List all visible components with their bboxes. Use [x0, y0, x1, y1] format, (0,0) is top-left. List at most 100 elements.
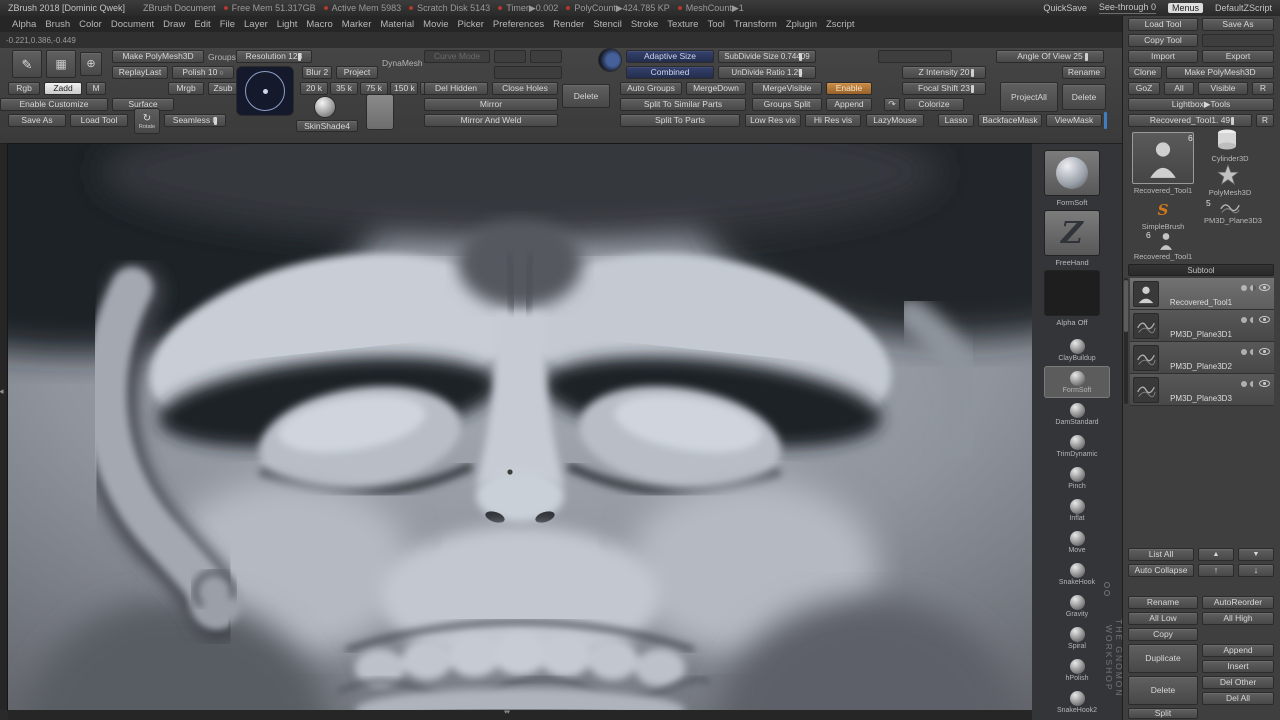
uv-toggle-icon[interactable] — [1250, 317, 1256, 323]
subtool-rename-button[interactable]: Rename — [1128, 596, 1198, 609]
polymesh3d-thumbnail[interactable] — [1216, 164, 1240, 186]
polish-slider[interactable]: Polish 10 — [172, 66, 234, 79]
subtool-move-up-button[interactable] — [1198, 548, 1234, 561]
project-all-button[interactable]: ProjectAll — [1000, 82, 1058, 112]
brush-item[interactable]: Inflat — [1044, 494, 1110, 526]
polypaint-icon[interactable] — [1241, 349, 1247, 355]
close-holes-button[interactable]: Close Holes — [492, 82, 558, 95]
export-button[interactable]: Export — [1202, 50, 1274, 63]
adaptive-size-button[interactable]: Adaptive Size — [626, 50, 714, 63]
canvas-left-scroll-arrow[interactable]: ◂ — [0, 386, 4, 397]
poly-count-button[interactable]: 35 k — [330, 82, 358, 95]
menu-item[interactable]: Color — [75, 18, 106, 31]
auto-collapse-button[interactable]: Auto Collapse — [1128, 564, 1194, 577]
subtool-append-button[interactable]: Append — [1202, 644, 1274, 657]
brush-item[interactable]: Move — [1044, 526, 1110, 558]
menu-item[interactable]: Macro — [302, 18, 336, 31]
replay-last-button[interactable]: ReplayLast — [112, 66, 168, 79]
undivide-ratio-slider[interactable]: UnDivide Ratio 1.25 — [718, 66, 816, 79]
import-button[interactable]: Import — [1128, 50, 1198, 63]
curve-mode-button[interactable]: Curve Mode — [424, 50, 490, 63]
material-sphere-icon[interactable] — [314, 96, 336, 118]
brush-item[interactable]: DamStandard — [1044, 398, 1110, 430]
menu-item[interactable]: Texture — [663, 18, 702, 31]
menu-item[interactable]: Light — [273, 18, 302, 31]
stroke-preview-widget[interactable] — [236, 66, 294, 116]
groups-split-button[interactable]: Groups Split — [752, 98, 822, 111]
brush-item[interactable]: Pinch — [1044, 462, 1110, 494]
menu-item[interactable]: Edit — [190, 18, 214, 31]
enable-button[interactable]: Enable — [826, 82, 872, 95]
recovered-tool-thumbnail[interactable] — [1156, 230, 1176, 250]
menu-item[interactable]: Render — [549, 18, 588, 31]
see-through-slider[interactable]: See-through 0 — [1099, 2, 1156, 14]
subtool-item[interactable]: PM3D_Plane3D2 — [1130, 342, 1274, 374]
project-button[interactable]: Project — [336, 66, 378, 79]
delete-button-shelf[interactable]: Delete — [1062, 84, 1106, 110]
subdivide-size-slider[interactable]: SubDivide Size 0.74409 — [718, 50, 816, 63]
split-to-parts-button[interactable]: Split To Parts — [620, 114, 740, 127]
mrgb-button[interactable]: Mrgb — [168, 82, 204, 95]
menu-item[interactable]: Zplugin — [782, 18, 821, 31]
r-button-2[interactable]: R — [1256, 114, 1274, 127]
default-zscript-button[interactable]: DefaultZScript — [1215, 3, 1272, 13]
quicksave-button[interactable]: QuickSave — [1043, 3, 1087, 13]
split-button[interactable]: Split — [1128, 708, 1198, 719]
make-polymesh3d-tool-button[interactable]: Make PolyMesh3D — [1166, 66, 1274, 79]
brush-item[interactable]: SnakeHook — [1044, 558, 1110, 590]
subtool-move-down-button[interactable] — [1238, 548, 1274, 561]
uv-toggle-icon[interactable] — [1250, 285, 1256, 291]
enable-customize-button[interactable]: Enable Customize — [0, 98, 108, 111]
alpha-thumbnail[interactable] — [1044, 270, 1100, 316]
edit-button[interactable] — [12, 50, 42, 78]
copy-tool-button[interactable]: Copy Tool — [1128, 34, 1198, 47]
subtool-shift-down-button[interactable] — [1238, 564, 1274, 577]
active-tool-slider[interactable]: Recovered_Tool1. 49 — [1128, 114, 1252, 127]
mirror-button[interactable]: Mirror — [424, 98, 558, 111]
insert-button[interactable]: Insert — [1202, 660, 1274, 673]
make-polymesh3d-button[interactable]: Make PolyMesh3D — [112, 50, 204, 63]
subtool-section-header[interactable]: Subtool — [1128, 264, 1274, 276]
menu-item[interactable]: Tool — [703, 18, 728, 31]
view-mask-button[interactable]: ViewMask — [1046, 114, 1102, 127]
uv-toggle-icon[interactable] — [1250, 381, 1256, 387]
polypaint-icon[interactable] — [1241, 317, 1247, 323]
rgb-button[interactable]: Rgb — [8, 82, 40, 95]
menu-item[interactable]: Stroke — [627, 18, 662, 31]
backface-mask-button[interactable]: BackfaceMask — [978, 114, 1042, 127]
subtool-item[interactable]: PM3D_Plane3D3 — [1130, 374, 1274, 406]
z-intensity-slider[interactable]: Z Intensity 20 — [902, 66, 986, 79]
merge-down-button[interactable]: MergeDown — [686, 82, 746, 95]
simplebrush-thumbnail[interactable]: S — [1152, 200, 1174, 220]
colorize-button[interactable]: Colorize — [904, 98, 964, 111]
menu-item[interactable]: Material — [376, 18, 418, 31]
goz-all-button[interactable]: All — [1164, 82, 1194, 95]
visibility-eye-icon[interactable] — [1259, 348, 1270, 355]
sculpt-viewport[interactable] — [8, 144, 1032, 710]
menu-item[interactable]: File — [216, 18, 239, 31]
pm3d-plane-thumbnail[interactable] — [1218, 198, 1242, 216]
color-swatch[interactable] — [366, 94, 394, 130]
all-low-button[interactable]: All Low — [1128, 612, 1198, 625]
tool-load-button[interactable]: Load Tool — [1128, 18, 1198, 31]
hi-res-vis-button[interactable]: Hi Res vis — [805, 114, 861, 127]
colorize-arrow-icon[interactable] — [884, 98, 900, 111]
menu-item[interactable]: Document — [107, 18, 158, 31]
active-tool-thumbnail[interactable] — [1132, 132, 1194, 184]
tool-save-as-button[interactable]: Save As — [1202, 18, 1274, 31]
r-button[interactable]: R — [1252, 82, 1274, 95]
autoreorder-button[interactable]: AutoReorder — [1202, 596, 1274, 609]
subtool-delete-button[interactable]: Delete — [1128, 676, 1198, 705]
gizmo-button[interactable] — [80, 52, 102, 76]
polypaint-icon[interactable] — [1241, 285, 1247, 291]
lightbox-tools-button[interactable]: Lightbox▶Tools — [1128, 98, 1274, 111]
goz-button[interactable]: GoZ — [1128, 82, 1160, 95]
zsub-button[interactable]: Zsub — [208, 82, 238, 95]
m-button[interactable]: M — [86, 82, 106, 95]
duplicate-button[interactable]: Duplicate — [1128, 644, 1198, 673]
subtool-item[interactable]: Recovered_Tool1 — [1130, 278, 1274, 310]
lazymouse-button[interactable]: LazyMouse — [866, 114, 924, 127]
append-button-shelf[interactable]: Append — [826, 98, 872, 111]
angle-of-view-slider[interactable]: Angle Of View 25 — [996, 50, 1104, 63]
focal-shift-slider[interactable]: Focal Shift 23 — [902, 82, 986, 95]
